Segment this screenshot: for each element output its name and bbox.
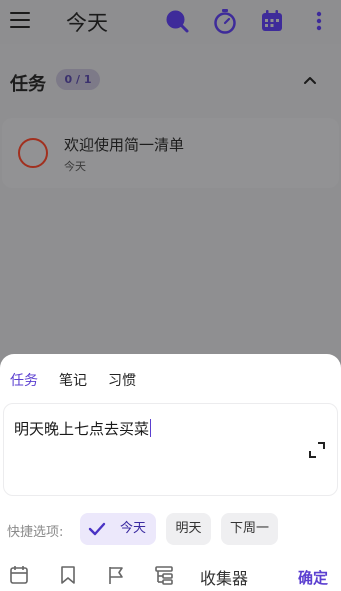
expand-icon[interactable] [307, 440, 327, 460]
chip-next-monday[interactable]: 下周一 [221, 513, 278, 545]
task-checkbox[interactable] [18, 138, 48, 168]
task-date: 今天 [64, 160, 86, 173]
page-title: 今天 [66, 11, 108, 35]
search-icon[interactable] [164, 8, 190, 34]
text-caret [150, 419, 152, 437]
task-title: 欢迎使用简一清单 [64, 136, 185, 154]
tab-note[interactable]: 笔记 [59, 370, 87, 390]
app-bar: 今天 [0, 0, 341, 44]
calendar-outline-icon[interactable] [8, 564, 30, 586]
collector-button[interactable]: 收集器 [200, 565, 248, 589]
bookmark-icon[interactable] [57, 564, 79, 586]
task-input[interactable] [3, 403, 338, 496]
tab-habit[interactable]: 习惯 [108, 370, 136, 390]
more-vert-icon[interactable] [306, 8, 332, 34]
calendar-icon[interactable] [259, 8, 285, 34]
tab-task[interactable]: 任务 [10, 370, 38, 390]
check-icon [88, 522, 106, 536]
task-input-value: 明天晚上七点去买菜 [14, 420, 150, 438]
chevron-up-icon[interactable] [300, 70, 320, 90]
timer-icon[interactable] [212, 8, 238, 34]
task-input-text[interactable]: 明天晚上七点去买菜 [14, 418, 152, 439]
flag-icon[interactable] [105, 564, 127, 586]
list-tree-icon[interactable] [153, 564, 175, 586]
quick-options-label: 快捷选项: [7, 525, 64, 540]
menu-icon[interactable] [10, 12, 30, 28]
task-count-badge: 0 / 1 [56, 69, 100, 90]
confirm-button[interactable]: 确定 [298, 567, 328, 588]
section-title: 任务 [10, 74, 46, 95]
chip-label: 今天 [120, 521, 147, 536]
chip-today[interactable]: 今天 [80, 513, 156, 545]
chip-tomorrow[interactable]: 明天 [166, 513, 211, 545]
